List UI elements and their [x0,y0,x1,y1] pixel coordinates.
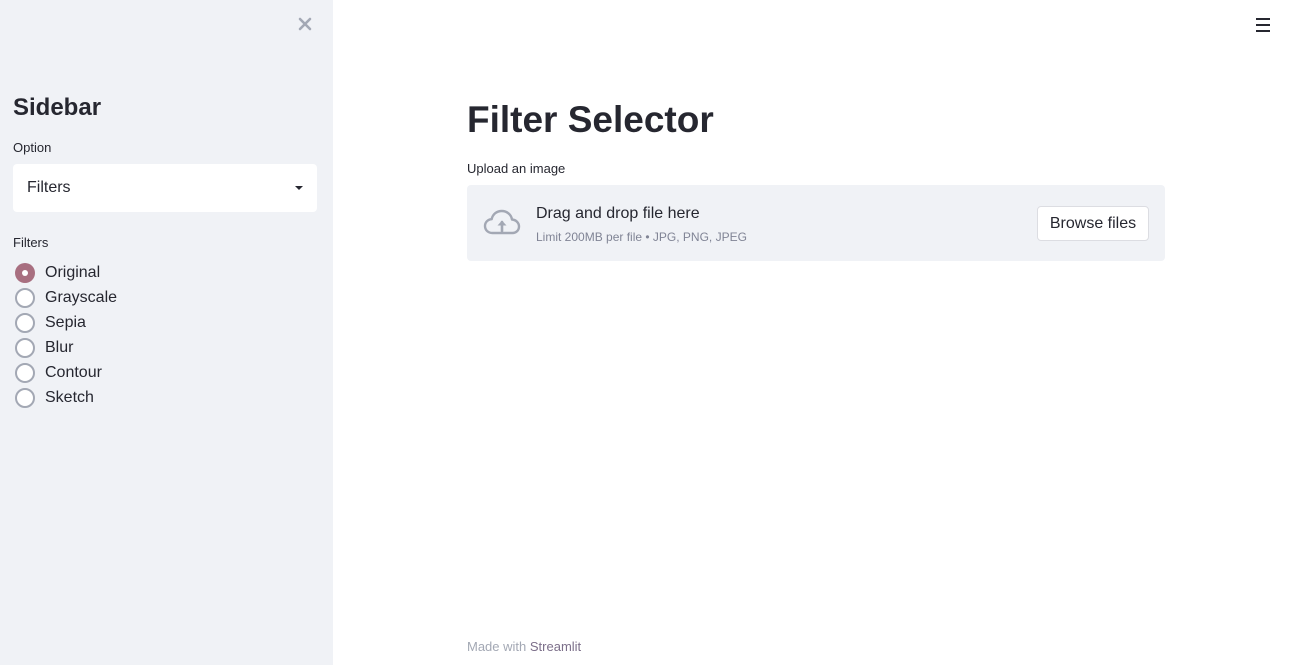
option-label: Option [13,140,52,155]
file-dropzone[interactable]: Drag and drop file here Limit 200MB per … [467,185,1165,261]
hamburger-menu-icon[interactable] [1254,16,1272,34]
radio-button[interactable] [15,362,35,383]
sidebar: Sidebar Option Filters Filters Original … [0,0,333,665]
radio-label: Sepia [45,313,86,331]
radio-label: Grayscale [45,288,118,306]
radio-option-original[interactable]: Original [15,260,117,285]
streamlit-link[interactable]: Streamlit [530,639,581,654]
filters-radio-group: Original Grayscale Sepia Blur Contour Sk… [15,260,117,410]
radio-button[interactable] [15,287,35,308]
radio-option-sketch[interactable]: Sketch [15,385,117,410]
footer-prefix: Made with [467,639,527,654]
radio-option-contour[interactable]: Contour [15,360,117,385]
radio-button[interactable] [15,312,35,333]
browse-files-button[interactable]: Browse files [1037,206,1149,241]
option-select[interactable]: Filters [13,164,317,212]
sidebar-title: Sidebar [13,94,102,121]
radio-option-blur[interactable]: Blur [15,335,117,360]
close-sidebar-button[interactable] [294,13,316,35]
radio-label: Original [45,263,101,281]
dropzone-limit-text: Limit 200MB per file • JPG, PNG, JPEG [536,230,747,244]
radio-label: Contour [45,363,102,381]
radio-option-sepia[interactable]: Sepia [15,310,117,335]
upload-label: Upload an image [467,161,566,176]
dropzone-instructions: Drag and drop file here [536,205,700,222]
radio-button[interactable] [15,337,35,358]
caret-down-icon [295,186,303,190]
radio-option-grayscale[interactable]: Grayscale [15,285,117,310]
filters-label: Filters [13,235,49,250]
page-title: Filter Selector [467,99,714,140]
option-select-value: Filters [27,179,71,196]
radio-label: Sketch [45,388,94,406]
radio-button[interactable] [15,387,35,408]
footer: Made with Streamlit [467,639,581,655]
radio-label: Blur [45,338,74,356]
close-icon [298,17,312,31]
cloud-upload-icon [483,209,521,235]
radio-button-checked[interactable] [15,262,35,283]
